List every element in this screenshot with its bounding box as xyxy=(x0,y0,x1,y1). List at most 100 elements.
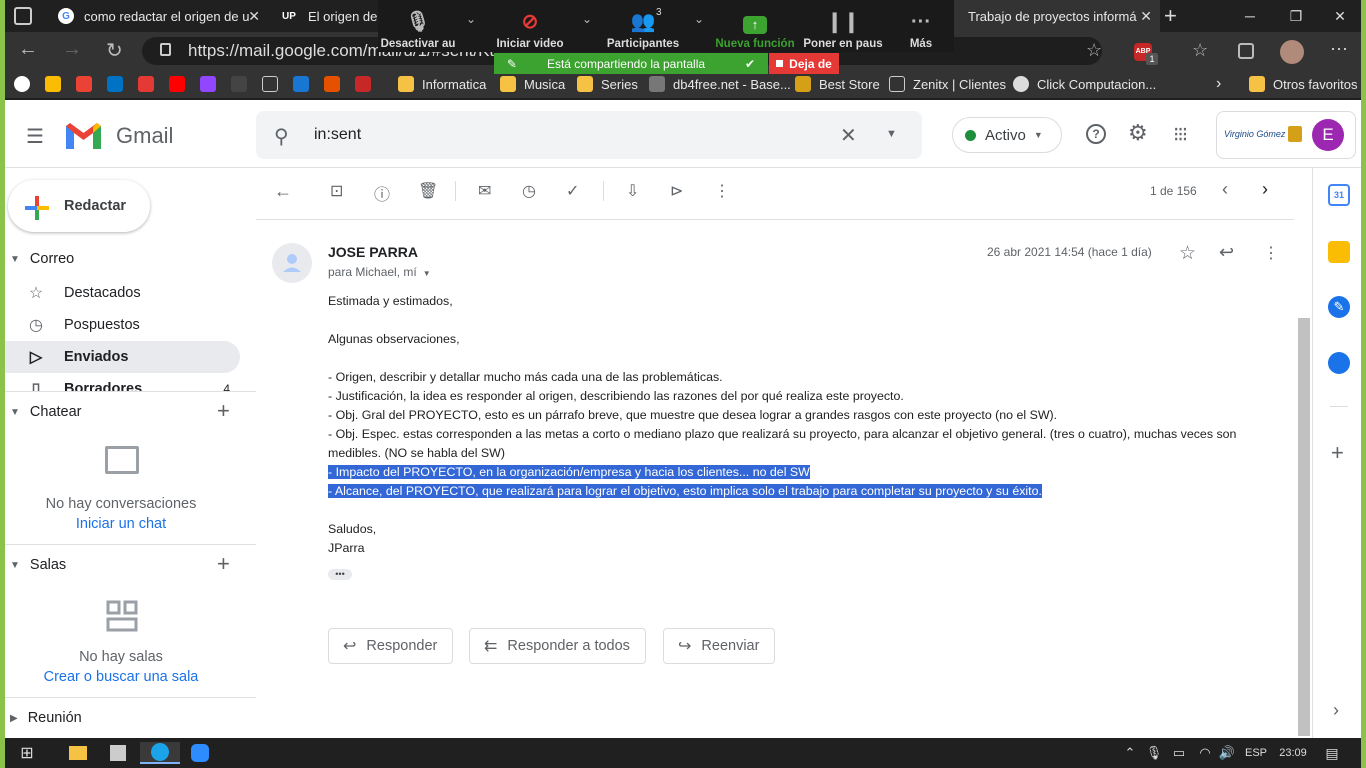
zoom-more-button[interactable]: ··· Más xyxy=(876,4,966,50)
rooms-section-toggle[interactable]: ▼ Salas xyxy=(10,555,66,575)
chevron-down-icon[interactable]: ⌄ xyxy=(582,12,592,26)
more-message-icon[interactable]: ⋮ xyxy=(1263,243,1279,263)
star-message-icon[interactable]: ☆ xyxy=(1179,242,1196,265)
nav-item-sent[interactable]: ▷ Enviados xyxy=(5,341,240,373)
tray-expand-icon[interactable]: ⌃ xyxy=(1122,742,1138,764)
profile-avatar[interactable] xyxy=(1280,40,1304,64)
zoom-app-icon[interactable] xyxy=(190,742,210,764)
nav-item-starred[interactable]: ☆ Destacados xyxy=(5,277,240,309)
microphone-tray-icon[interactable]: 🎙 xyxy=(1146,742,1163,764)
gamepad-icon[interactable] xyxy=(324,76,340,92)
zoom-video-button[interactable]: ⊘ Iniciar video xyxy=(485,4,575,50)
af-icon[interactable] xyxy=(231,76,247,92)
get-addons-plus-icon[interactable]: + xyxy=(1331,440,1344,466)
scrollbar-thumb[interactable] xyxy=(1298,318,1310,736)
expand-panel-icon[interactable]: › xyxy=(1333,700,1339,721)
reload-icon[interactable]: ↻ xyxy=(106,38,123,63)
battery-icon[interactable]: ▭ xyxy=(1170,742,1188,764)
reply-icon[interactable]: ↩ xyxy=(1219,242,1234,263)
new-chat-plus-icon[interactable]: + xyxy=(217,398,230,424)
close-tab-icon[interactable]: ✕ xyxy=(1140,8,1152,25)
more-actions-icon[interactable]: ⋮ xyxy=(714,181,730,201)
browser-tab-3-active[interactable]: Trabajo de proyectos informá ✕ xyxy=(954,0,1160,32)
google-icon[interactable] xyxy=(14,76,30,92)
newer-chevron-icon[interactable]: ‹ xyxy=(1222,179,1228,200)
sender-avatar-icon[interactable] xyxy=(272,243,312,283)
snooze-icon[interactable]: ◷ xyxy=(522,181,536,201)
close-window-icon[interactable]: ✕ xyxy=(1318,0,1362,32)
browser-tab-2[interactable]: UP El origen de lo xyxy=(272,0,378,32)
label-icon[interactable]: ⊳ xyxy=(670,181,683,201)
page-icon[interactable] xyxy=(262,76,278,92)
add-task-icon[interactable]: ✓ xyxy=(566,181,579,201)
forward-button[interactable]: ↪ Reenviar xyxy=(663,628,776,664)
triangle-icon[interactable] xyxy=(293,76,309,92)
bookmark-best-store[interactable]: Best Store xyxy=(795,74,880,94)
reply-all-button[interactable]: ⇇ Responder a todos xyxy=(469,628,646,664)
new-tab-icon[interactable]: + xyxy=(1164,3,1177,29)
bookmarks-overflow-icon[interactable]: › xyxy=(1216,74,1221,94)
bookmark-click[interactable]: Click Computacion... xyxy=(1013,74,1156,94)
new-room-plus-icon[interactable]: + xyxy=(217,551,230,577)
favorites-icon[interactable]: ☆ xyxy=(1192,40,1208,61)
gmail-logo-icon[interactable] xyxy=(66,121,101,149)
settings-gear-icon[interactable]: ⚙ xyxy=(1128,120,1148,146)
ot-icon[interactable] xyxy=(355,76,371,92)
nav-item-snoozed[interactable]: ◷ Pospuestos xyxy=(5,309,240,341)
search-options-icon[interactable]: ▼ xyxy=(886,128,897,140)
help-icon[interactable]: ? xyxy=(1086,124,1106,144)
bookmark-otros[interactable]: Otros favoritos xyxy=(1249,74,1358,94)
bookmark-star-icon[interactable]: ☆ xyxy=(1086,40,1102,61)
youtube-icon[interactable] xyxy=(169,76,185,92)
chevron-down-icon[interactable]: ⌄ xyxy=(694,12,704,26)
zoom-mute-button[interactable]: 🎙 Desactivar au xyxy=(373,4,463,50)
move-to-icon[interactable]: ⇩ xyxy=(626,181,639,201)
bookmark-series[interactable]: Series xyxy=(577,74,638,94)
calendar-icon[interactable]: 31 xyxy=(1328,184,1350,206)
clock[interactable]: 23:09 xyxy=(1276,742,1310,764)
chevron-down-icon[interactable]: ⌄ xyxy=(466,12,476,26)
details-caret-icon[interactable]: ▼ xyxy=(423,269,431,278)
maximize-icon[interactable]: ❐ xyxy=(1274,0,1318,32)
zoom-new-feature-button[interactable]: ↑ Nueva función xyxy=(710,4,800,50)
archive-icon[interactable]: ⊡ xyxy=(330,181,343,201)
outlook-icon[interactable] xyxy=(107,76,123,92)
reply-button[interactable]: ↩ Responder xyxy=(328,628,454,664)
bookmark-musica[interactable]: Musica xyxy=(500,74,565,94)
mail-section-toggle[interactable]: ▼ Correo xyxy=(10,249,74,269)
volume-icon[interactable]: 🔊 xyxy=(1218,742,1236,764)
minimize-icon[interactable]: ─ xyxy=(1228,0,1272,32)
store-icon[interactable] xyxy=(108,742,128,764)
notifications-icon[interactable]: ▤ xyxy=(1322,742,1342,764)
keep-icon[interactable] xyxy=(1328,241,1350,263)
bookmark-zenitx[interactable]: Zenitx | Clientes xyxy=(889,74,1006,94)
zoom-pause-button[interactable]: ❙❙ Poner en paus xyxy=(798,4,888,50)
clear-search-icon[interactable]: ✕ xyxy=(840,123,857,148)
app-icon[interactable] xyxy=(138,76,154,92)
report-spam-icon[interactable]: ⓘ xyxy=(374,181,390,205)
status-button[interactable]: Activo ▼ xyxy=(952,117,1062,153)
browser-tab-1[interactable]: G como redactar el origen de u ✕ xyxy=(50,0,268,32)
bookmark-db4free[interactable]: db4free.net - Base... xyxy=(649,74,791,94)
collections-icon[interactable] xyxy=(1238,43,1254,59)
stop-share-button[interactable]: Deja de xyxy=(769,53,839,74)
older-chevron-icon[interactable]: › xyxy=(1262,179,1268,200)
close-tab-icon[interactable]: ✕ xyxy=(248,8,260,25)
show-trimmed-content-icon[interactable]: ••• xyxy=(328,569,352,580)
file-explorer-icon[interactable] xyxy=(68,742,88,764)
language-indicator[interactable]: ESP xyxy=(1244,742,1268,764)
find-room-link[interactable]: Crear o buscar una sala xyxy=(5,669,237,685)
settings-more-icon[interactable]: ··· xyxy=(1330,38,1348,59)
search-input[interactable]: in:sent xyxy=(314,126,361,144)
wifi-icon[interactable]: ◠ xyxy=(1196,742,1214,764)
user-avatar[interactable]: E xyxy=(1312,119,1344,151)
delete-icon[interactable]: 🗑 xyxy=(418,181,438,201)
back-icon[interactable]: ← xyxy=(18,38,38,61)
meet-section-toggle[interactable]: ▶ Reunión xyxy=(10,708,82,728)
recipients[interactable]: para Michael, mí ▼ xyxy=(328,265,431,279)
edge-icon[interactable] xyxy=(140,742,180,764)
drive-icon[interactable] xyxy=(45,76,61,92)
start-chat-link[interactable]: Iniciar un chat xyxy=(5,516,237,532)
twitch-icon[interactable] xyxy=(200,76,216,92)
apps-grid-icon[interactable]: ⁝⁝⁝ xyxy=(1173,122,1188,147)
